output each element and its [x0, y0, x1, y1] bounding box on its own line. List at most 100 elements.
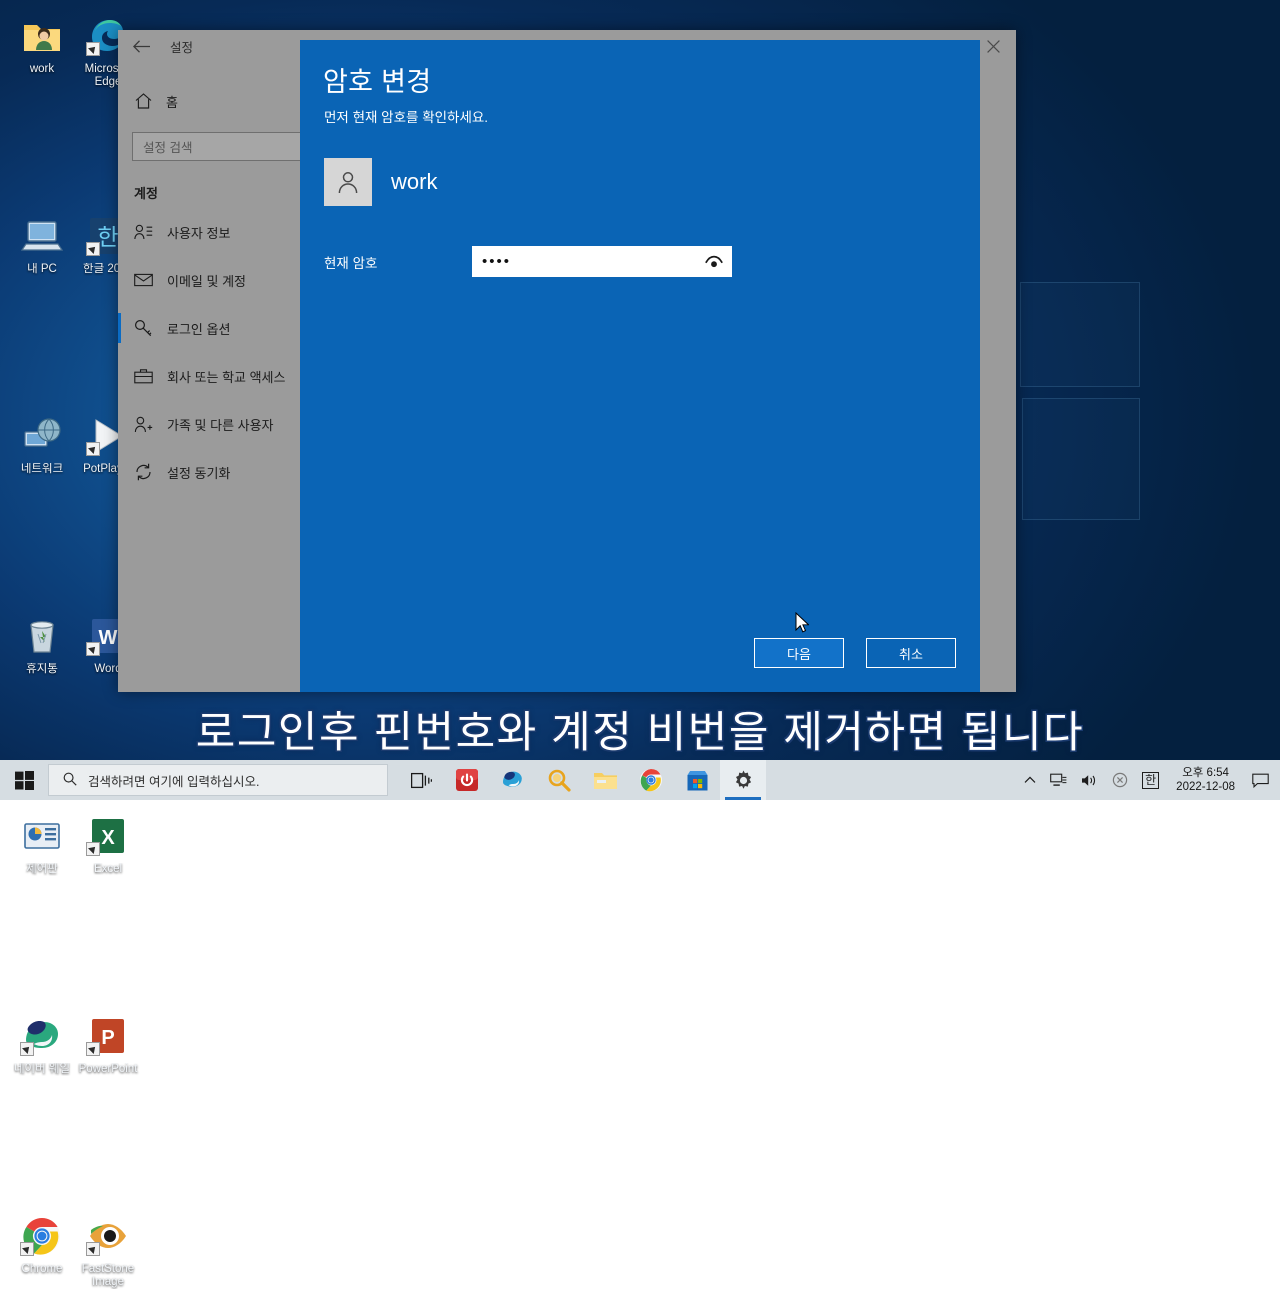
- dialog-user-row: work: [324, 158, 437, 206]
- current-password-input-wrapper[interactable]: [472, 246, 732, 277]
- sidebar-item-label: 설정 동기화: [167, 463, 230, 482]
- ime-indicator[interactable]: 한: [1135, 760, 1166, 800]
- shortcut-overlay-icon: [20, 1242, 34, 1256]
- shortcut-overlay-icon: [86, 42, 100, 56]
- desktop-icon-label: 휴지통: [4, 663, 80, 676]
- file-explorer-icon[interactable]: [582, 760, 628, 800]
- svg-text:W: W: [99, 627, 118, 649]
- desktop-icon-work[interactable]: work: [4, 6, 80, 104]
- chrome-icon[interactable]: [628, 760, 674, 800]
- desktop-icon-label: PowerPoint: [70, 1063, 146, 1076]
- network-icon: [20, 414, 64, 458]
- taskbar-clock[interactable]: 오후 6:54 2022-12-08: [1166, 760, 1245, 800]
- disabled-status-icon[interactable]: [1105, 760, 1135, 800]
- taskbar-search-placeholder: 검색하려면 여기에 입력하십시오.: [88, 771, 259, 790]
- this-pc-icon: [20, 214, 64, 258]
- dialog-subtitle: 먼저 현재 암호를 확인하세요.: [324, 106, 488, 126]
- current-password-label: 현재 암호: [324, 252, 472, 272]
- sidebar-item-user-info[interactable]: 사용자 정보: [118, 208, 318, 256]
- sidebar-item-label: 사용자 정보: [167, 223, 230, 242]
- recycle-bin-icon: [20, 614, 64, 658]
- sidebar-item-sync-settings[interactable]: 설정 동기화: [118, 448, 318, 496]
- desktop-icon-recycle-bin[interactable]: 휴지통: [4, 606, 80, 704]
- clock-date: 2022-12-08: [1176, 780, 1235, 794]
- desktop-icon-powerpoint[interactable]: P PowerPoint: [70, 1006, 146, 1104]
- desktop-icon-column-1: work 내 PC: [4, 6, 80, 692]
- shortcut-overlay-icon: [86, 242, 100, 256]
- desktop-icon-label: 네트워크: [4, 463, 80, 476]
- sync-icon: [134, 463, 153, 482]
- chrome-icon: [20, 1214, 64, 1258]
- desktop-icon-label: work: [4, 63, 80, 76]
- key-icon: [134, 319, 153, 338]
- desktop-icon-faststone[interactable]: FastStone Image: [70, 1206, 146, 1304]
- add-user-icon: [134, 415, 153, 434]
- svg-text:X: X: [101, 827, 115, 849]
- shortcut-overlay-icon: [86, 842, 100, 856]
- task-view-icon[interactable]: [398, 760, 444, 800]
- desktop-icon-label: Chrome: [4, 1263, 80, 1276]
- subtitle-overlay-text: 로그인후 핀번호와 계정 비번을 제거하면 됩니다: [0, 698, 1280, 760]
- next-button[interactable]: 다음: [754, 638, 844, 668]
- system-tray: 한 오후 6:54 2022-12-08: [1017, 760, 1280, 800]
- sidebar-item-label: 회사 또는 학교 액세스: [167, 367, 285, 386]
- desktop-background: work 내 PC: [0, 0, 1280, 800]
- desktop-icon-label: 네이버 웨일: [4, 1063, 80, 1076]
- dialog-username: work: [391, 169, 437, 195]
- settings-search-placeholder: 설정 검색: [143, 137, 192, 156]
- sidebar-item-home[interactable]: 홈: [118, 84, 318, 118]
- desktop-icon-control-panel[interactable]: 제어판: [4, 806, 80, 904]
- whale-browser-icon[interactable]: [490, 760, 536, 800]
- settings-gear-icon[interactable]: [720, 760, 766, 800]
- change-password-dialog: 암호 변경 먼저 현재 암호를 확인하세요. work 현재 암호: [300, 40, 980, 692]
- windows-start-icon[interactable]: [0, 760, 48, 800]
- microsoft-store-icon[interactable]: [674, 760, 720, 800]
- desktop-icon-chrome[interactable]: Chrome: [4, 1206, 80, 1304]
- desktop-icon-label: FastStone Image: [70, 1263, 146, 1289]
- desktop-icon-naver-whale[interactable]: 네이버 웨일: [4, 1006, 80, 1104]
- home-icon: [134, 92, 153, 111]
- sidebar-item-label: 로그인 옵션: [167, 319, 230, 338]
- folder-user-icon: [20, 14, 64, 58]
- dialog-button-row: 다음 취소: [754, 638, 956, 668]
- desktop-icon-network[interactable]: 네트워크: [4, 406, 80, 504]
- sidebar-item-work-school-access[interactable]: 회사 또는 학교 액세스: [118, 352, 318, 400]
- wallpaper-shape: [1022, 398, 1140, 520]
- desktop-icon-label: Excel: [70, 863, 146, 876]
- naver-whale-icon: [20, 1014, 64, 1058]
- desktop-icon-this-pc[interactable]: 내 PC: [4, 206, 80, 304]
- settings-window-title: 설정: [170, 37, 193, 56]
- volume-tray-icon[interactable]: [1074, 760, 1105, 800]
- network-tray-icon[interactable]: [1043, 760, 1074, 800]
- ime-label: 한: [1142, 772, 1159, 789]
- back-arrow-icon[interactable]: [118, 30, 164, 62]
- sidebar-item-signin-options[interactable]: 로그인 옵션: [118, 304, 318, 352]
- mail-icon: [134, 271, 153, 290]
- dialog-title: 암호 변경: [323, 60, 431, 99]
- powerpoint-icon: P: [86, 1014, 130, 1058]
- show-hidden-icons-chevron[interactable]: [1017, 760, 1043, 800]
- control-panel-icon: [20, 814, 64, 858]
- person-avatar-icon: [324, 158, 372, 206]
- notification-center-icon[interactable]: [1245, 760, 1276, 800]
- current-password-input[interactable]: [473, 253, 731, 270]
- sidebar-item-label: 이메일 및 계정: [167, 271, 246, 290]
- desktop-icon-label: 제어판: [4, 863, 80, 876]
- shortcut-overlay-icon: [86, 1242, 100, 1256]
- settings-search-input[interactable]: 설정 검색: [132, 132, 308, 161]
- excel-icon: X: [86, 814, 130, 858]
- svg-text:P: P: [101, 1027, 114, 1049]
- search-icon: [63, 772, 77, 789]
- clock-time: 오후 6:54: [1182, 766, 1229, 780]
- cancel-button[interactable]: 취소: [866, 638, 956, 668]
- reveal-password-eye-icon[interactable]: [703, 247, 725, 276]
- sidebar-item-family-other-users[interactable]: 가족 및 다른 사용자: [118, 400, 318, 448]
- briefcase-icon: [134, 367, 153, 386]
- shortcut-overlay-icon: [86, 1042, 100, 1056]
- everything-search-icon[interactable]: [536, 760, 582, 800]
- taskbar-search-input[interactable]: 검색하려면 여기에 입력하십시오.: [48, 764, 388, 796]
- power-shutdown-icon[interactable]: [444, 760, 490, 800]
- sidebar-item-email-accounts[interactable]: 이메일 및 계정: [118, 256, 318, 304]
- desktop-icon-excel[interactable]: X Excel: [70, 806, 146, 904]
- user-info-icon: [134, 223, 153, 242]
